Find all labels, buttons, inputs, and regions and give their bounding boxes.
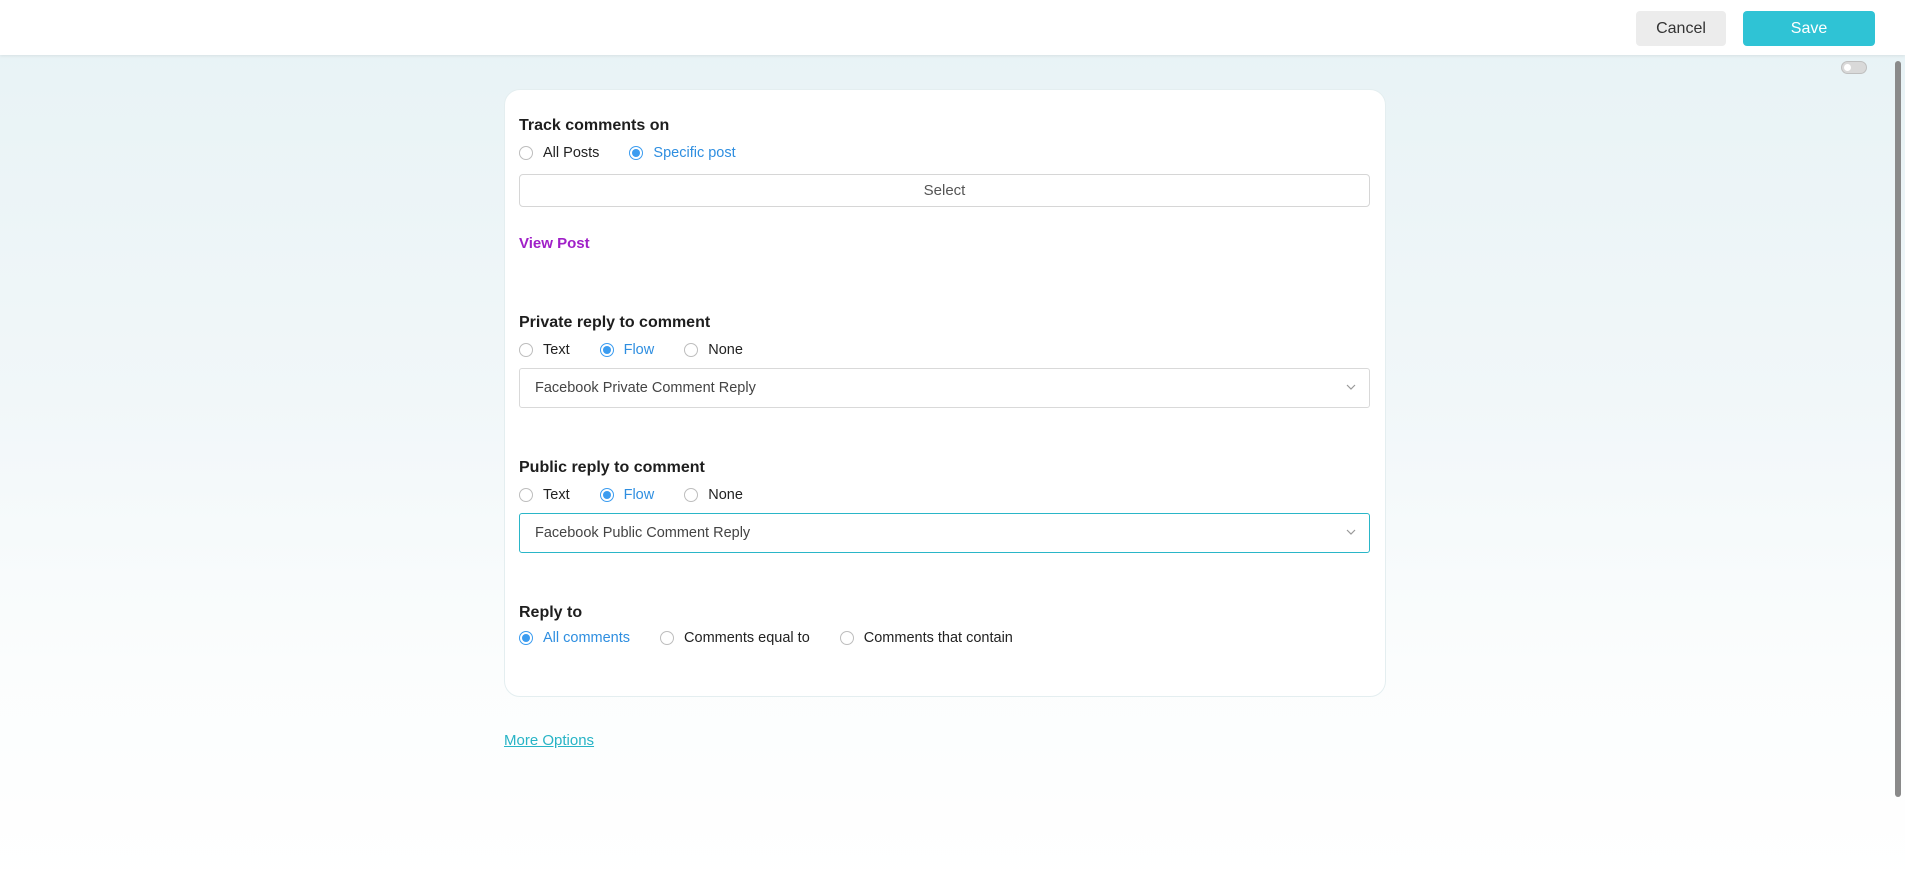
radio-label: Text xyxy=(543,342,570,358)
view-post-link[interactable]: View Post xyxy=(519,235,590,252)
private-reply-flow-dropdown[interactable]: Facebook Private Comment Reply xyxy=(519,368,1370,408)
select-post-button[interactable]: Select xyxy=(519,174,1370,207)
scrollbar[interactable] xyxy=(1892,55,1905,886)
radio-circle xyxy=(519,488,533,502)
radio-circle xyxy=(599,488,614,502)
settings-card: Track comments on All Posts Specific pos… xyxy=(504,89,1386,697)
private-reply-title: Private reply to comment xyxy=(519,314,711,331)
radio-private-flow[interactable]: Flow xyxy=(599,342,655,358)
radio-label: Comments equal to xyxy=(684,630,810,646)
toggle-knob xyxy=(1844,64,1851,71)
radio-circle xyxy=(839,631,854,645)
radio-label: None xyxy=(708,342,743,358)
radio-comments-equal-to[interactable]: Comments equal to xyxy=(660,630,810,646)
radio-circle xyxy=(519,343,533,357)
radio-comments-that-contain[interactable]: Comments that contain xyxy=(839,630,1013,646)
save-button[interactable]: Save xyxy=(1743,11,1875,46)
more-options-link[interactable]: More Options xyxy=(504,732,594,749)
public-reply-flow-dropdown[interactable]: Facebook Public Comment Reply xyxy=(519,513,1370,553)
radio-private-text[interactable]: Text xyxy=(519,342,570,358)
dropdown-value: Facebook Private Comment Reply xyxy=(535,380,756,396)
radio-all-posts[interactable]: All Posts xyxy=(519,145,599,161)
radio-label: Specific post xyxy=(653,145,736,161)
radio-circle xyxy=(599,343,614,357)
radio-label: Flow xyxy=(623,342,655,358)
radio-public-flow[interactable]: Flow xyxy=(599,487,655,503)
radio-circle xyxy=(684,488,699,502)
radio-circle xyxy=(629,146,644,160)
radio-label: All comments xyxy=(543,630,631,646)
private-reply-radio-group: Text Flow None xyxy=(519,340,773,360)
radio-label: Flow xyxy=(623,487,655,503)
radio-label: All Posts xyxy=(543,145,600,161)
radio-all-comments[interactable]: All comments xyxy=(519,630,630,646)
radio-circle xyxy=(519,631,533,645)
radio-private-none[interactable]: None xyxy=(684,342,743,358)
radio-label: Text xyxy=(543,487,570,503)
chevron-down-icon xyxy=(1346,384,1356,390)
chevron-down-icon xyxy=(1346,529,1356,535)
reply-to-radio-group: All comments Comments equal to Comments … xyxy=(519,628,1043,648)
public-reply-radio-group: Text Flow None xyxy=(519,485,773,505)
radio-label: Comments that contain xyxy=(863,630,1013,646)
track-comments-title: Track comments on xyxy=(519,117,670,134)
radio-public-text[interactable]: Text xyxy=(519,487,570,503)
dropdown-value: Facebook Public Comment Reply xyxy=(535,525,751,541)
radio-circle xyxy=(519,146,533,160)
scrollbar-thumb[interactable] xyxy=(1895,61,1901,797)
radio-specific-post[interactable]: Specific post xyxy=(629,145,736,161)
top-bar: Cancel Save xyxy=(0,0,1905,55)
track-radio-group: All Posts Specific post xyxy=(519,143,766,163)
toggle-switch[interactable] xyxy=(1841,61,1867,74)
reply-to-title: Reply to xyxy=(519,604,583,621)
public-reply-title: Public reply to comment xyxy=(519,459,705,476)
radio-public-none[interactable]: None xyxy=(684,487,743,503)
radio-circle xyxy=(684,343,699,357)
radio-circle xyxy=(660,631,675,645)
radio-label: None xyxy=(708,487,743,503)
cancel-button[interactable]: Cancel xyxy=(1636,11,1726,46)
